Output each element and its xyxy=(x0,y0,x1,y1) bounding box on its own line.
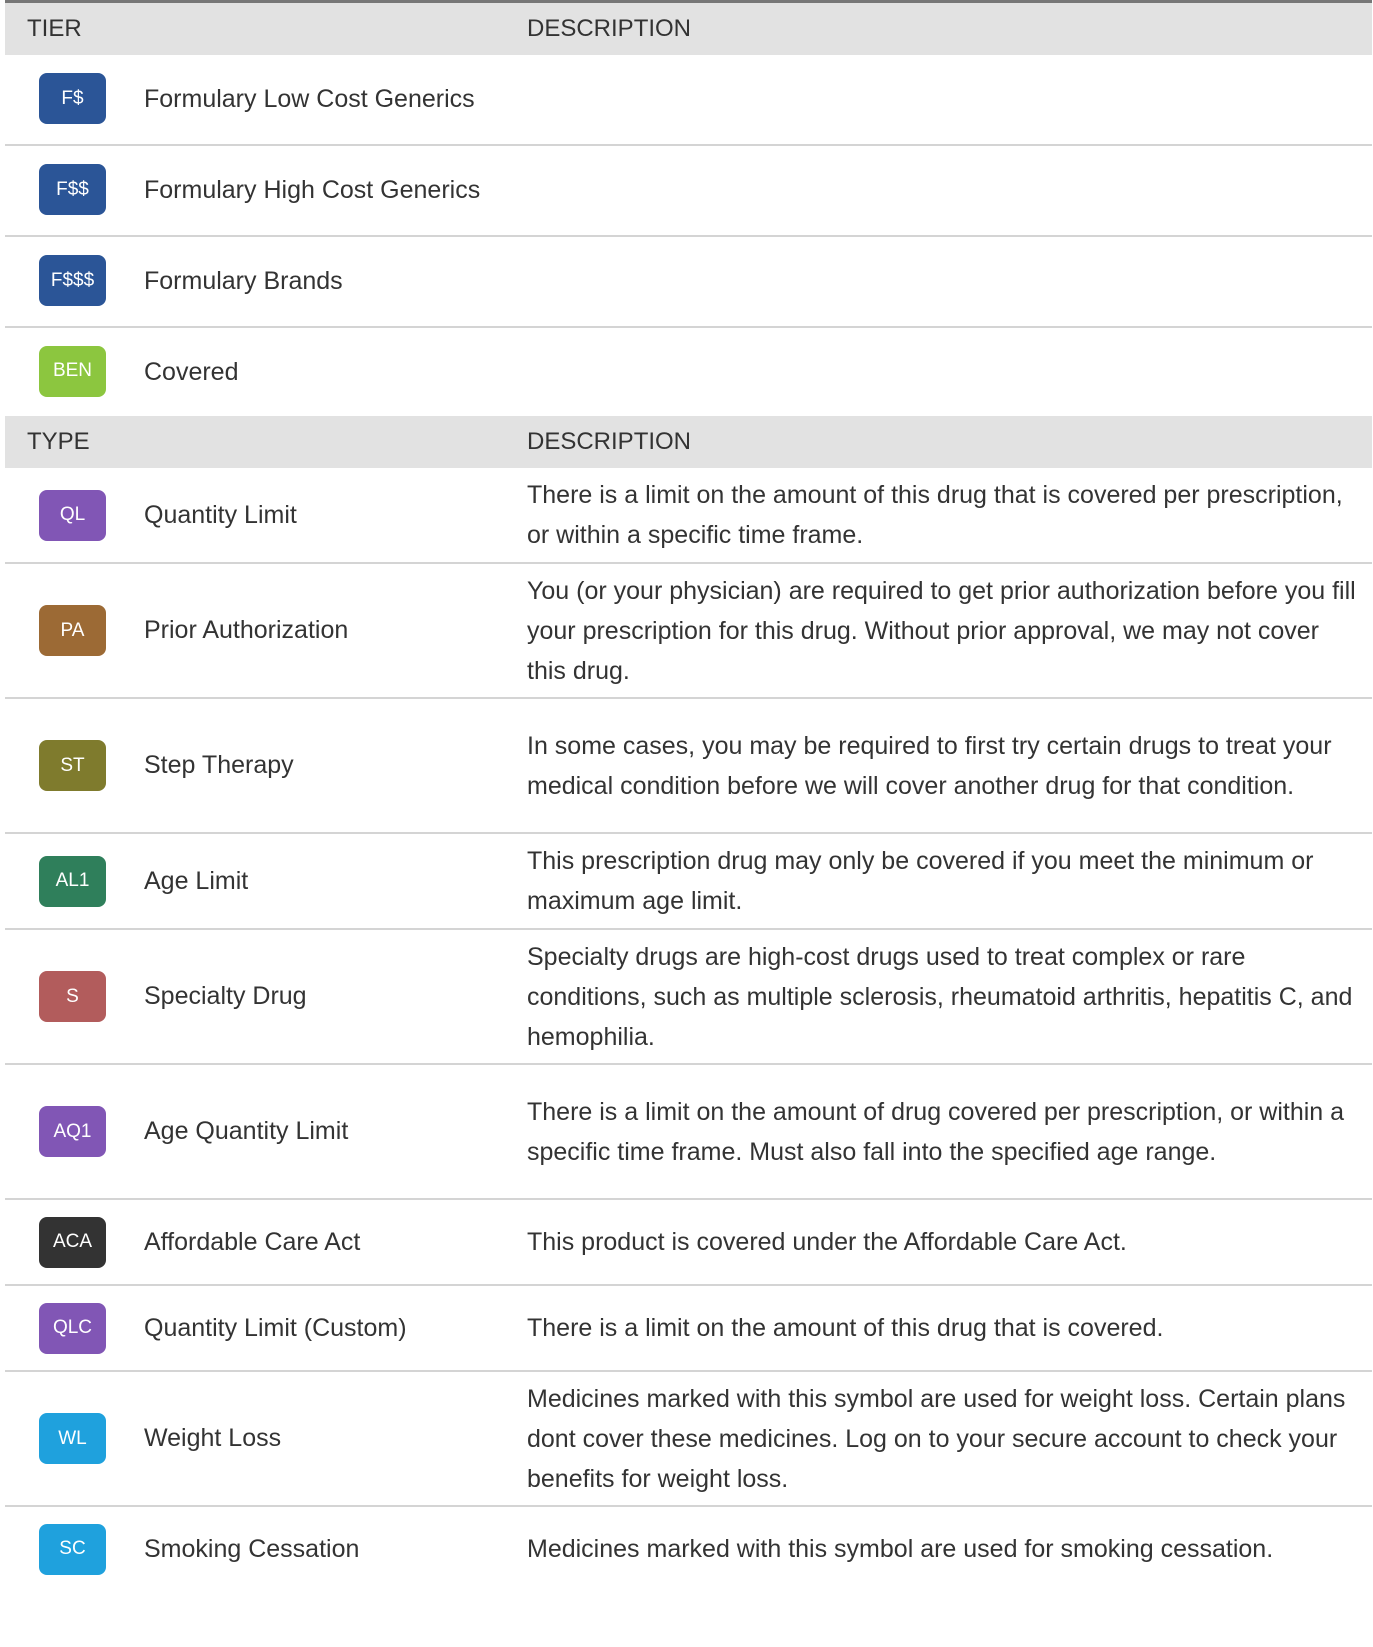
tier-row: F$$ Formulary High Cost Generics xyxy=(5,146,1372,237)
type-row: WL Weight Loss Medicines marked with thi… xyxy=(5,1372,1372,1507)
type-name: Weight Loss xyxy=(144,1424,282,1452)
type-description: There is a limit on the amount of drug c… xyxy=(527,1097,1345,1166)
drug-legend: TIER DESCRIPTION F$ Formulary Low Cost G… xyxy=(0,0,1373,1591)
tier-row: BEN Covered xyxy=(5,328,1372,416)
type-name: Quantity Limit xyxy=(144,500,297,529)
type-description: In some cases, you may be required to fi… xyxy=(527,731,1332,800)
type-badge: AL1 xyxy=(39,855,106,907)
tier-badge: F$ xyxy=(39,73,106,124)
type-badge: ST xyxy=(39,740,106,791)
type-description: This prescription drug may only be cover… xyxy=(527,847,1314,915)
type-name: Age Limit xyxy=(144,866,249,895)
tier-name: Formulary Brands xyxy=(144,267,343,295)
type-description: You (or your physician) are required to … xyxy=(527,576,1356,685)
type-row: QL Quantity Limit There is a limit on th… xyxy=(5,468,1372,564)
tier-header-row: TIER DESCRIPTION xyxy=(5,3,1372,55)
type-name: Smoking Cessation xyxy=(144,1534,360,1563)
type-row: ACA Affordable Care Act This product is … xyxy=(5,1200,1372,1286)
type-row: PA Prior Authorization You (or your phys… xyxy=(5,564,1372,699)
tier-badge: F$$$ xyxy=(39,255,106,306)
tier-row: F$$$ Formulary Brands xyxy=(5,237,1372,328)
type-name: Specialty Drug xyxy=(144,982,307,1010)
tier-badge: F$$ xyxy=(39,164,106,215)
type-name: Quantity Limit (Custom) xyxy=(144,1313,407,1342)
type-description-header-label: DESCRIPTION xyxy=(527,428,692,455)
type-description: Medicines marked with this symbol are us… xyxy=(527,1384,1346,1493)
type-name: Step Therapy xyxy=(144,751,294,779)
type-name: Prior Authorization xyxy=(144,616,349,644)
tier-row: F$ Formulary Low Cost Generics xyxy=(5,55,1372,146)
type-row: S Specialty Drug Specialty drugs are hig… xyxy=(5,930,1372,1065)
type-header-label: TYPE xyxy=(27,428,90,455)
type-row: AQ1 Age Quantity Limit There is a limit … xyxy=(5,1065,1372,1200)
type-name: Age Quantity Limit xyxy=(144,1117,349,1145)
type-row: ST Step Therapy In some cases, you may b… xyxy=(5,699,1372,834)
tier-name: Formulary Low Cost Generics xyxy=(144,85,475,113)
type-row: SC Smoking Cessation Medicines marked wi… xyxy=(5,1507,1372,1591)
tier-header-label: TIER xyxy=(27,15,82,42)
type-description: There is a limit on the amount of this d… xyxy=(527,1314,1164,1342)
type-badge: QLC xyxy=(39,1302,106,1354)
type-badge: WL xyxy=(39,1413,106,1464)
type-description: Specialty drugs are high-cost drugs used… xyxy=(527,942,1353,1051)
type-badge: AQ1 xyxy=(39,1106,106,1157)
type-description: Medicines marked with this symbol are us… xyxy=(527,1535,1274,1563)
type-badge: PA xyxy=(39,605,106,656)
tier-name: Covered xyxy=(144,357,239,386)
legend-table: TIER DESCRIPTION F$ Formulary Low Cost G… xyxy=(5,0,1372,1591)
tier-name: Formulary High Cost Generics xyxy=(144,176,481,204)
type-badge: SC xyxy=(39,1523,106,1575)
tier-badge: BEN xyxy=(39,345,106,397)
type-row: AL1 Age Limit This prescription drug may… xyxy=(5,834,1372,930)
type-header-row: TYPE DESCRIPTION xyxy=(5,416,1372,468)
type-row: QLC Quantity Limit (Custom) There is a l… xyxy=(5,1286,1372,1372)
tier-description-header-label: DESCRIPTION xyxy=(527,15,692,42)
type-name: Affordable Care Act xyxy=(144,1227,361,1256)
type-description: This product is covered under the Afford… xyxy=(527,1228,1127,1256)
type-badge: QL xyxy=(39,489,106,541)
type-badge: S xyxy=(39,971,106,1022)
type-description: There is a limit on the amount of this d… xyxy=(527,481,1343,549)
type-badge: ACA xyxy=(39,1216,106,1268)
